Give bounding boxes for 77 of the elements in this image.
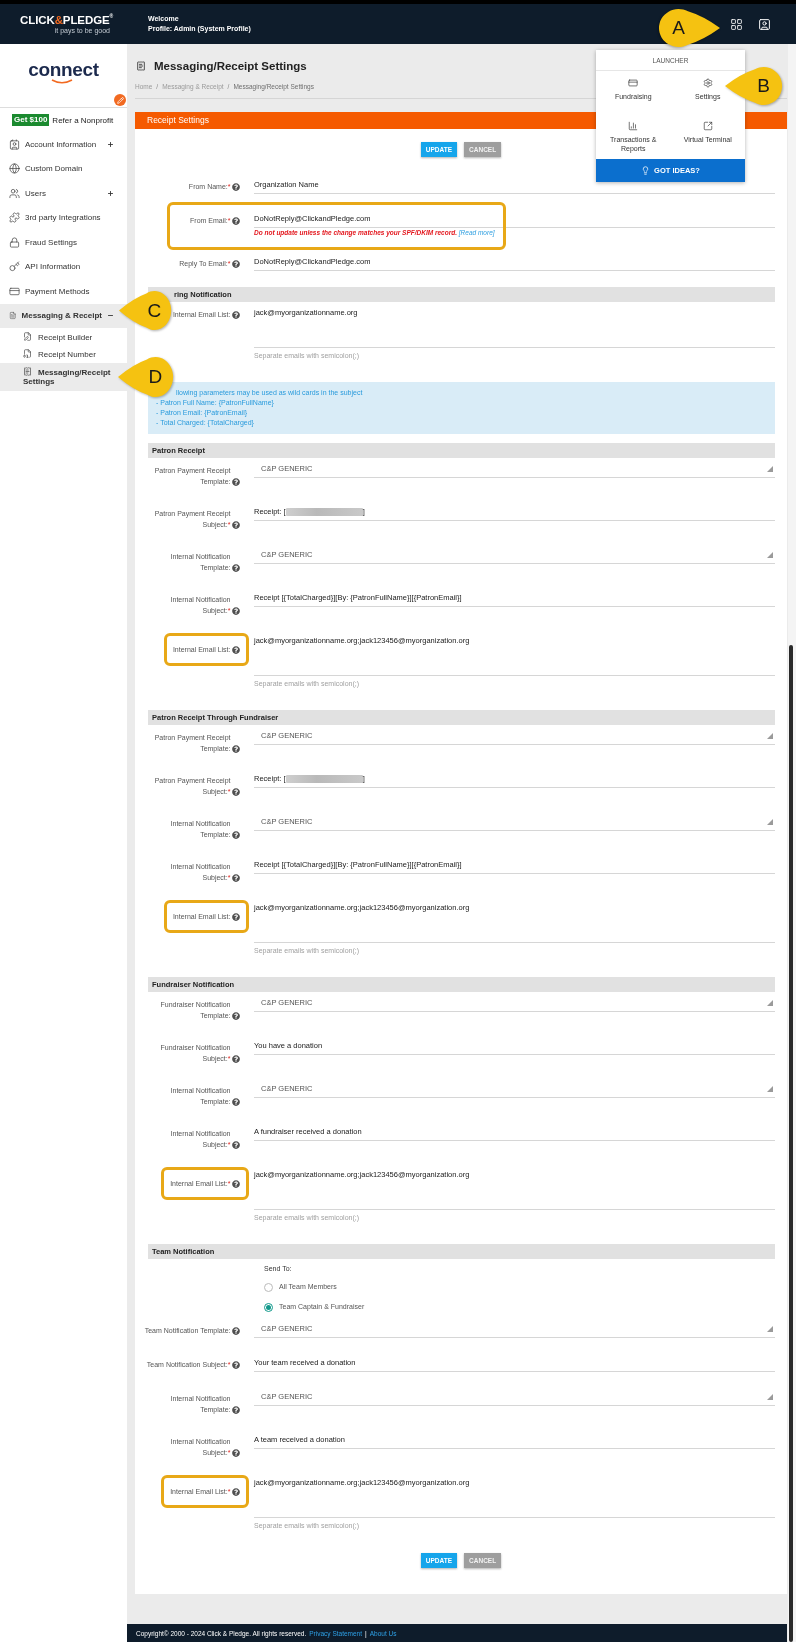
nav-item[interactable]: Fraud Settings	[0, 230, 127, 255]
user-profile-icon[interactable]	[758, 17, 771, 31]
help-icon[interactable]	[232, 645, 240, 654]
brand-logo: CLICK&PLEDGE$^{®}$	[20, 13, 114, 27]
promo-link[interactable]: Refer a Nonprofit	[52, 115, 114, 125]
callout-marker: A	[658, 8, 720, 48]
radio-button[interactable]	[264, 1282, 273, 1292]
card-icon	[628, 78, 639, 88]
dropdown-corner-icon	[767, 466, 773, 472]
receipt-icon	[23, 366, 32, 376]
callout-marker: B	[725, 66, 783, 106]
dropdown-corner-icon	[767, 1326, 773, 1332]
receipt-icon	[136, 61, 146, 71]
help-icon[interactable]	[232, 259, 240, 268]
help-icon[interactable]	[232, 182, 240, 191]
help-icon[interactable]	[232, 1405, 240, 1414]
help-icon[interactable]	[232, 830, 240, 839]
dropdown-corner-icon	[767, 1394, 773, 1400]
help-icon[interactable]	[232, 563, 240, 572]
help-icon[interactable]	[232, 216, 240, 225]
credit-card-icon	[9, 285, 20, 297]
help-icon[interactable]	[232, 1448, 240, 1457]
logo-swoosh-icon	[50, 79, 73, 84]
callout-marker: C	[119, 290, 172, 331]
help-icon[interactable]	[232, 1140, 240, 1149]
plus-icon[interactable]	[107, 189, 114, 197]
nav-item[interactable]: Messaging & Receipt	[0, 303, 127, 328]
document-icon	[9, 310, 17, 322]
globe-icon	[9, 163, 20, 175]
scrollbar-thumb[interactable]	[789, 645, 793, 1642]
nav-item[interactable]: 3rd party Integrations	[0, 205, 127, 230]
nav-subitem[interactable]: Receipt Builder	[0, 328, 127, 346]
dropdown-corner-icon	[767, 1000, 773, 1006]
nav-item[interactable]: Account Information	[0, 132, 127, 157]
help-icon[interactable]	[232, 606, 240, 615]
nav-item[interactable]: API Information	[0, 254, 127, 279]
lock-icon	[9, 236, 20, 248]
help-icon[interactable]	[232, 310, 240, 319]
help-icon[interactable]	[232, 477, 240, 486]
connect-logo: connect	[28, 60, 99, 80]
puzzle-icon	[9, 212, 20, 224]
help-icon[interactable]	[232, 873, 240, 882]
pencil-icon[interactable]	[114, 94, 126, 106]
dropdown-corner-icon	[767, 1086, 773, 1092]
scrollbar-track[interactable]	[788, 44, 796, 1642]
contact-card-icon	[9, 138, 20, 150]
help-icon[interactable]	[232, 1326, 240, 1335]
document-digits-icon	[23, 349, 32, 358]
dropdown-corner-icon	[767, 552, 773, 558]
callout-marker: D	[118, 356, 174, 398]
help-icon[interactable]	[232, 1360, 240, 1369]
users-icon	[9, 187, 20, 199]
help-icon[interactable]	[232, 520, 240, 529]
dropdown-corner-icon	[767, 819, 773, 825]
lightbulb-icon	[641, 166, 651, 175]
external-link-icon	[702, 121, 713, 131]
help-icon[interactable]	[232, 744, 240, 753]
nav-subitem[interactable]: Messaging/Receipt Settings	[0, 363, 127, 391]
key-icon	[9, 261, 20, 273]
apps-grid-icon[interactable]	[730, 17, 743, 31]
page-title: Messaging/Receipt Settings	[154, 59, 307, 73]
help-icon[interactable]	[232, 912, 240, 921]
bar-chart-icon	[628, 121, 639, 131]
settings-icon	[702, 78, 713, 88]
help-icon[interactable]	[232, 1487, 240, 1496]
radio-button[interactable]	[264, 1302, 273, 1312]
document-pen-icon	[23, 331, 32, 341]
nav-item[interactable]: Users	[0, 181, 127, 206]
help-icon[interactable]	[232, 1179, 240, 1188]
help-icon[interactable]	[232, 1097, 240, 1106]
help-icon[interactable]	[232, 787, 240, 796]
nav-item[interactable]: Custom Domain	[0, 156, 127, 181]
help-icon[interactable]	[232, 1011, 240, 1020]
dropdown-corner-icon	[767, 733, 773, 739]
plus-icon[interactable]	[107, 140, 114, 148]
help-icon[interactable]	[232, 1054, 240, 1063]
promo-badge[interactable]: Get $100	[12, 114, 50, 126]
